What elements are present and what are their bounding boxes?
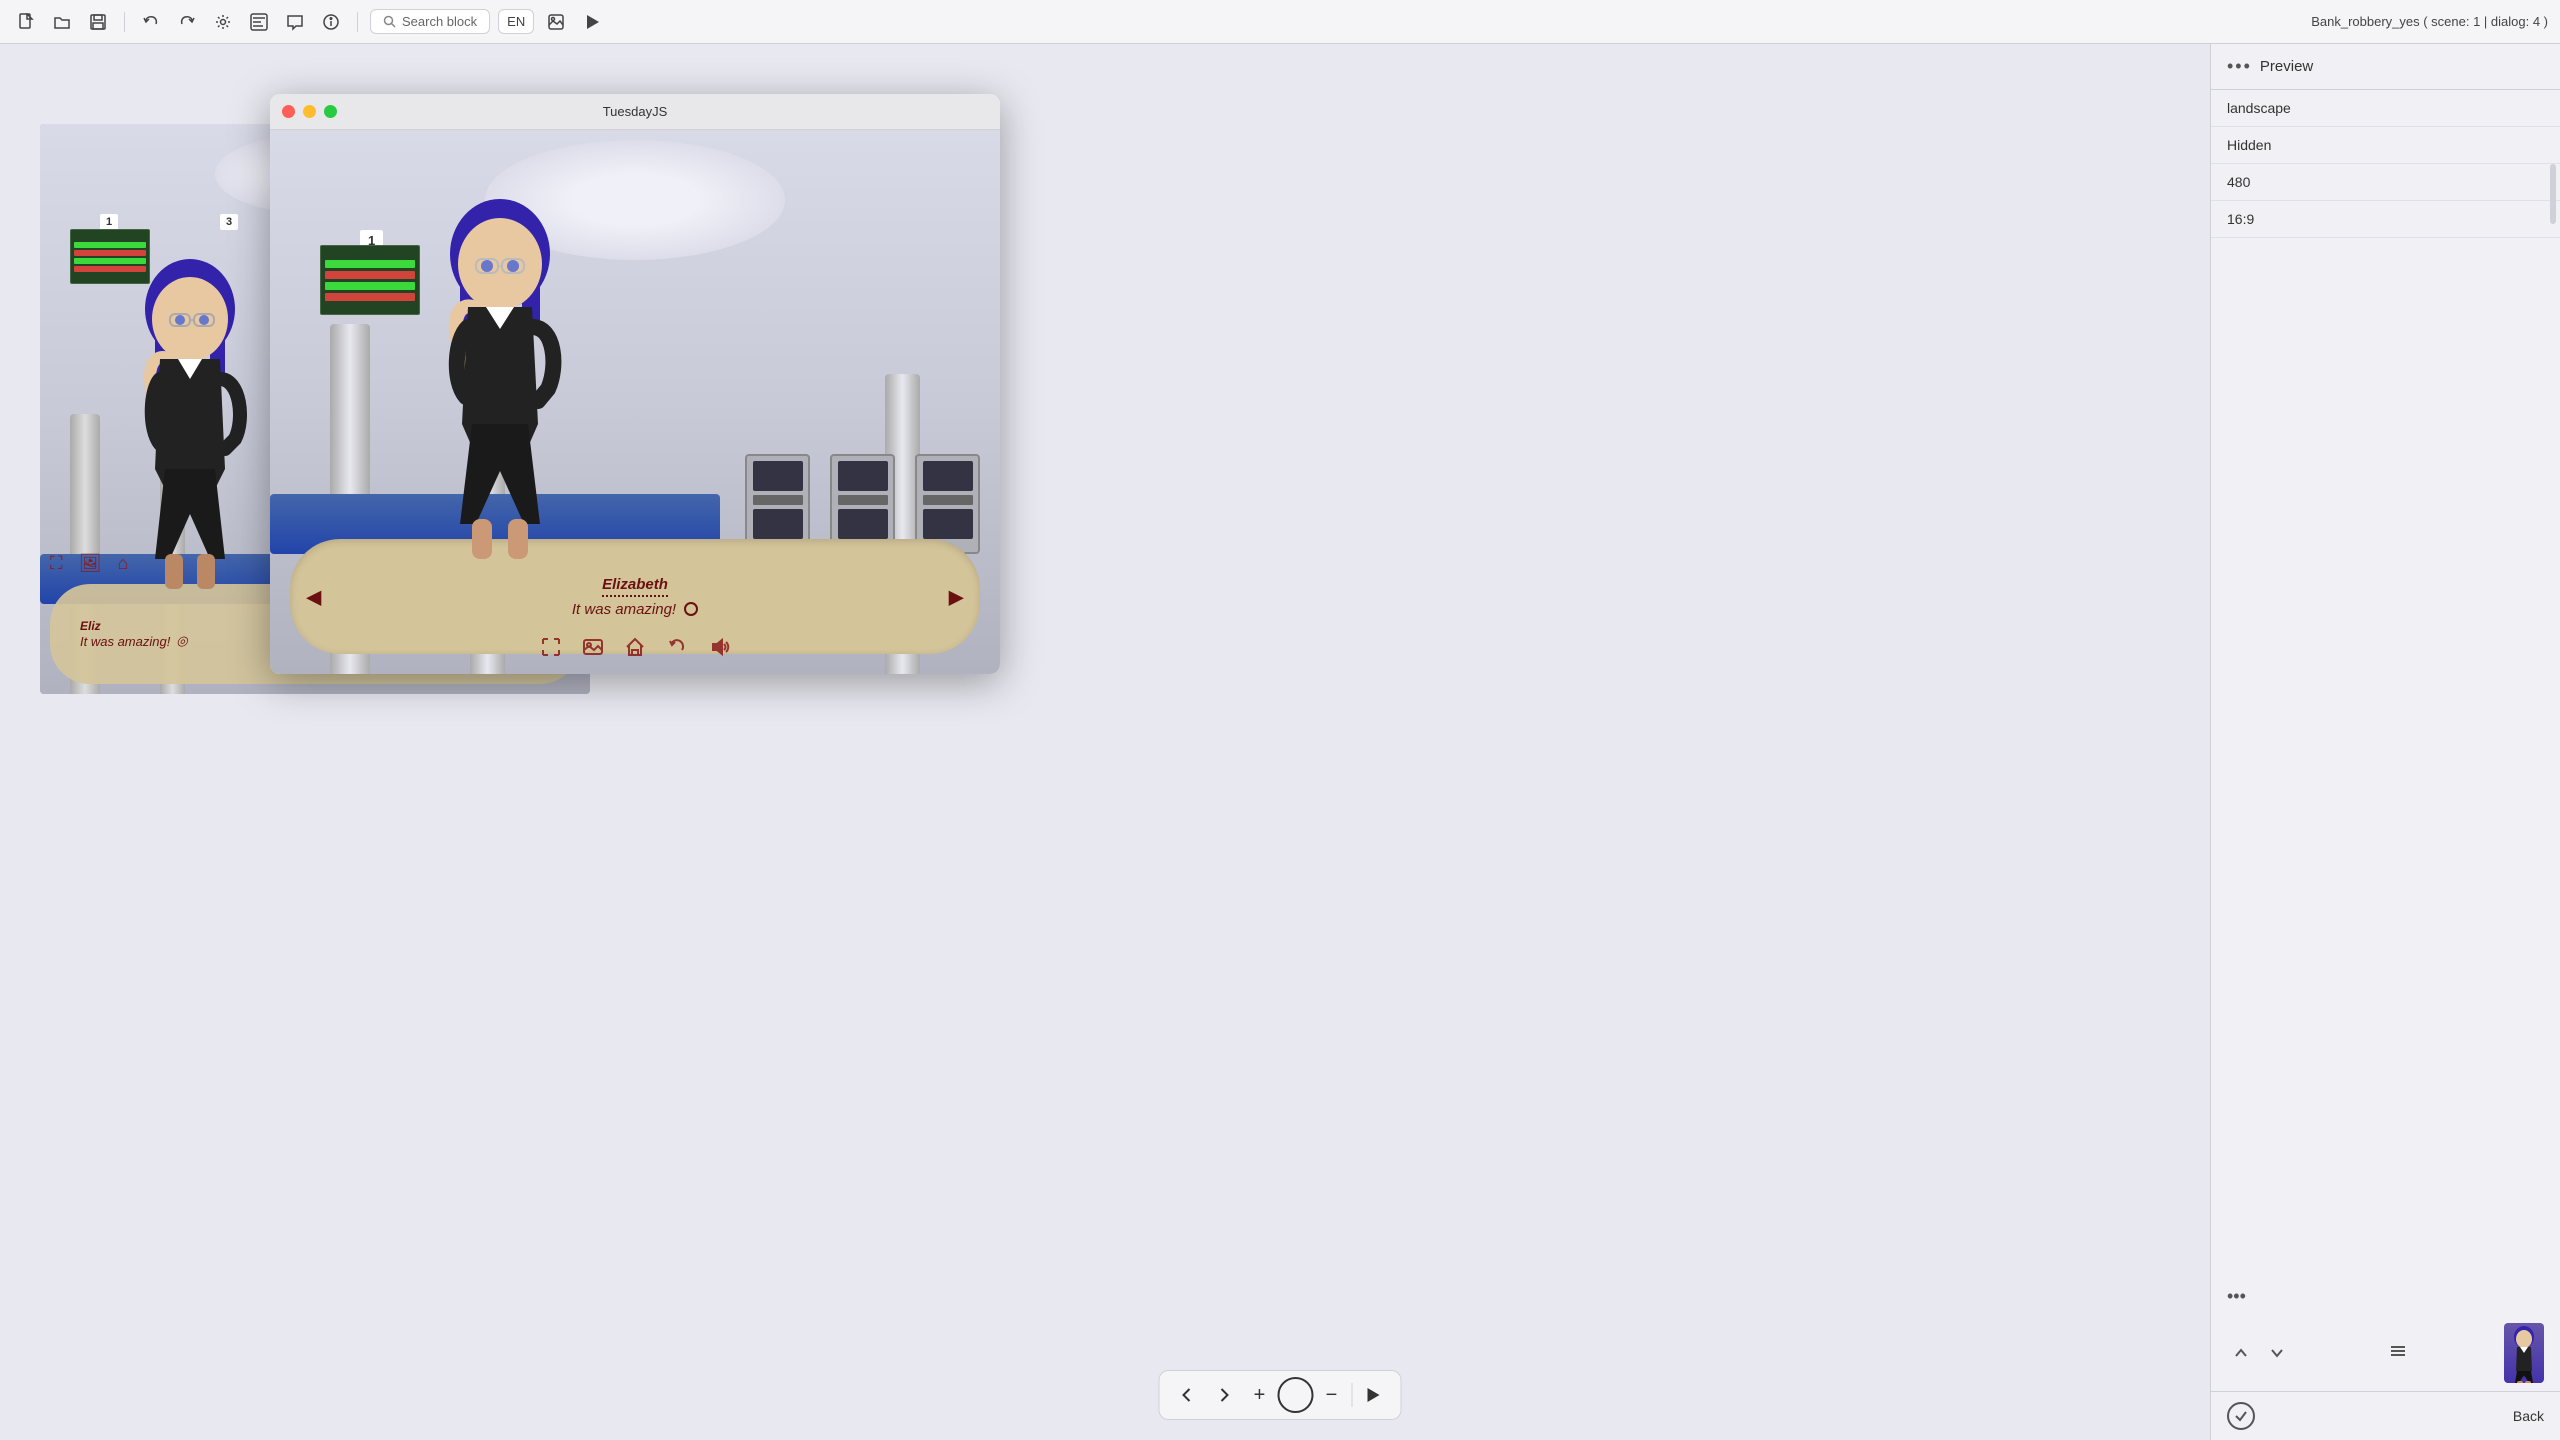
new-file-icon[interactable] bbox=[12, 8, 40, 36]
panel-up-arrow[interactable] bbox=[2227, 1339, 2255, 1367]
open-folder-icon[interactable] bbox=[48, 8, 76, 36]
panel-dots-menu[interactable]: ••• bbox=[2227, 56, 2252, 77]
panel-option-ratio-label: 16:9 bbox=[2227, 211, 2254, 227]
dialog-next-button[interactable]: ▶ bbox=[949, 584, 964, 609]
check-button[interactable] bbox=[2227, 1402, 2255, 1430]
search-block-label: Search block bbox=[402, 14, 477, 29]
right-panel: ••• Preview landscape Hidden 480 16:9 ••… bbox=[2210, 44, 2560, 1440]
save-icon[interactable] bbox=[84, 8, 112, 36]
panel-title: Preview bbox=[2260, 58, 2313, 75]
preview-character bbox=[400, 189, 600, 559]
redo-icon[interactable] bbox=[173, 8, 201, 36]
panel-footer: Back bbox=[2211, 1391, 2560, 1440]
code-block-icon[interactable] bbox=[245, 8, 273, 36]
dialog-character-name: Elizabeth bbox=[602, 576, 668, 597]
divider2 bbox=[357, 12, 358, 32]
bg-dialog-name: Eliz bbox=[80, 619, 101, 633]
nav-play-button[interactable] bbox=[1355, 1377, 1391, 1413]
scrollbar-thumb[interactable] bbox=[2550, 164, 2556, 224]
toolbar: Search block EN Bank_robbery_yes ( scene… bbox=[0, 0, 2560, 44]
panel-option-480-label: 480 bbox=[2227, 174, 2250, 190]
language-button[interactable]: EN bbox=[498, 9, 534, 34]
panel-option-hidden[interactable]: Hidden bbox=[2211, 127, 2560, 164]
nav-circle-button[interactable] bbox=[1278, 1377, 1314, 1413]
nav-separator bbox=[1352, 1383, 1353, 1407]
scene-title: Bank_robbery_yes ( scene: 1 | dialog: 4 … bbox=[2311, 14, 2548, 29]
nav-add-button[interactable]: + bbox=[1242, 1377, 1278, 1413]
bottom-navigation: + − bbox=[1159, 1370, 1402, 1420]
dialog-prev-button[interactable]: ◀ bbox=[306, 584, 321, 609]
divider1 bbox=[124, 12, 125, 32]
panel-bottom-dots[interactable]: ••• bbox=[2227, 1286, 2246, 1307]
settings-icon[interactable] bbox=[209, 8, 237, 36]
panel-option-480[interactable]: 480 bbox=[2211, 164, 2560, 201]
panel-bottom-dots-row: ••• bbox=[2211, 1278, 2560, 1315]
nav-minus-button[interactable]: − bbox=[1314, 1377, 1350, 1413]
bg-character bbox=[100, 249, 280, 589]
bg-expand-icon: ⛶ bbox=[50, 553, 63, 574]
play-icon[interactable] bbox=[578, 8, 606, 36]
minimize-button[interactable] bbox=[303, 105, 316, 118]
preview-window: TuesdayJS 1 3 bbox=[270, 94, 1000, 674]
panel-right-menu-icon[interactable] bbox=[2389, 1342, 2407, 1365]
preview-titlebar: TuesdayJS bbox=[270, 94, 1000, 130]
bg-gallery-icon: 🖼 bbox=[79, 553, 102, 574]
right-panel-header: ••• Preview bbox=[2211, 44, 2560, 90]
nav-forward-button[interactable] bbox=[1206, 1377, 1242, 1413]
back-button[interactable]: Back bbox=[2513, 1408, 2544, 1424]
panel-option-landscape-label: landscape bbox=[2227, 100, 2291, 116]
dialog-circle-indicator bbox=[684, 602, 698, 616]
preview-content: 1 3 bbox=[270, 130, 1000, 674]
preview-gallery-icon[interactable] bbox=[582, 636, 604, 664]
search-block-button[interactable]: Search block bbox=[370, 9, 490, 34]
comment-icon[interactable] bbox=[281, 8, 309, 36]
counter-num3: 3 bbox=[220, 214, 238, 230]
language-label: EN bbox=[507, 14, 525, 29]
panel-spacer bbox=[2211, 238, 2560, 1278]
close-button[interactable] bbox=[282, 105, 295, 118]
bg-dialog-text: It was amazing! ◎ bbox=[80, 633, 188, 649]
undo-icon[interactable] bbox=[137, 8, 165, 36]
preview-bottom-bar bbox=[540, 636, 730, 664]
preview-expand-icon[interactable] bbox=[540, 636, 562, 664]
preview-window-title: TuesdayJS bbox=[603, 104, 668, 119]
main-editor-area: 1 3 bbox=[0, 44, 2210, 1440]
panel-down-arrow[interactable] bbox=[2263, 1339, 2291, 1367]
dialog-text: It was amazing! bbox=[572, 601, 698, 618]
panel-arrow-row bbox=[2211, 1315, 2560, 1391]
info-icon[interactable] bbox=[317, 8, 345, 36]
nav-back-button[interactable] bbox=[1170, 1377, 1206, 1413]
character-thumbnail bbox=[2504, 1323, 2544, 1383]
preview-volume-icon[interactable] bbox=[708, 636, 730, 664]
preview-home-icon[interactable] bbox=[624, 636, 646, 664]
preview-return-icon[interactable] bbox=[666, 636, 688, 664]
panel-option-ratio[interactable]: 16:9 bbox=[2211, 201, 2560, 238]
panel-option-landscape[interactable]: landscape bbox=[2211, 90, 2560, 127]
gallery-icon[interactable] bbox=[542, 8, 570, 36]
panel-option-hidden-label: Hidden bbox=[2227, 137, 2271, 153]
counter-num1: 1 bbox=[100, 214, 118, 230]
maximize-button[interactable] bbox=[324, 105, 337, 118]
